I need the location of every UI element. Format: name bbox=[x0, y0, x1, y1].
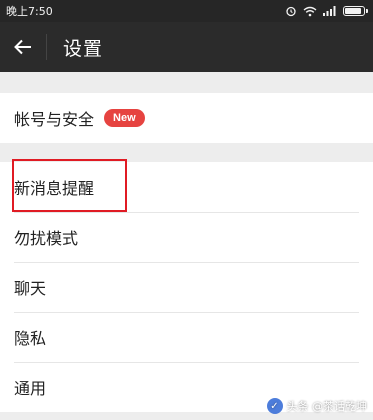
header-divider bbox=[46, 34, 47, 60]
settings-item-do-not-disturb[interactable]: 勿扰模式 bbox=[0, 212, 373, 262]
watermark: ✓ 头条 @茶话乾坤 bbox=[266, 398, 368, 414]
settings-item-label: 隐私 bbox=[14, 329, 47, 348]
settings-item-account-security[interactable]: 帐号与安全 New bbox=[0, 93, 373, 143]
battery-icon bbox=[343, 6, 368, 16]
settings-item-label: 帐号与安全 bbox=[14, 110, 95, 129]
status-icons bbox=[285, 5, 368, 17]
settings-item-label: 勿扰模式 bbox=[14, 229, 79, 248]
new-badge: New bbox=[104, 109, 145, 127]
page-title: 设置 bbox=[63, 37, 104, 60]
status-bar: 晚上7:50 bbox=[0, 0, 373, 22]
status-time: 晚上7:50 bbox=[6, 5, 53, 18]
watermark-text: 头条 @茶话乾坤 bbox=[286, 400, 368, 413]
settings-item-label: 通用 bbox=[14, 379, 47, 398]
action-bar: 设置 bbox=[0, 22, 373, 72]
back-arrow-icon bbox=[14, 39, 31, 55]
battery-level bbox=[345, 8, 362, 14]
settings-item-label: 聊天 bbox=[14, 279, 47, 298]
settings-item-privacy[interactable]: 隐私 bbox=[0, 312, 373, 362]
alarm-icon bbox=[286, 6, 296, 17]
wifi-icon bbox=[303, 6, 317, 16]
watermark-logo-icon: ✓ bbox=[266, 398, 283, 414]
signal-icon bbox=[323, 6, 336, 16]
back-button[interactable] bbox=[0, 22, 46, 72]
settings-item-chat[interactable]: 聊天 bbox=[0, 262, 373, 312]
highlight-annotation-box bbox=[12, 159, 127, 212]
account-section: 帐号与安全 New bbox=[0, 93, 373, 143]
